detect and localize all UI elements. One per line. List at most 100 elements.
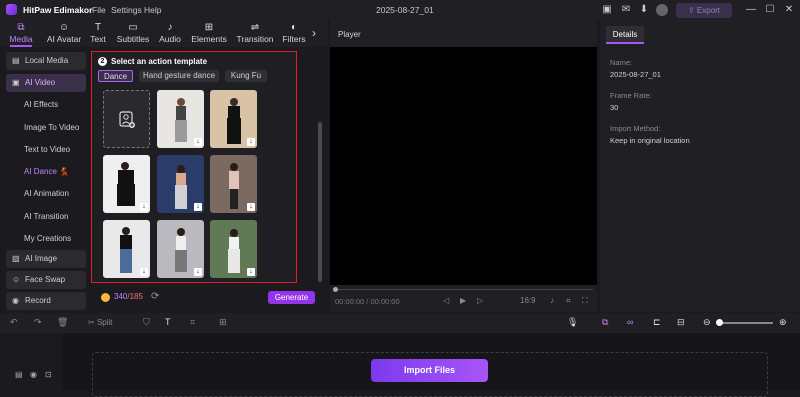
download-icon[interactable]: ↓ [140, 268, 148, 276]
menu-settings[interactable]: Settings [111, 5, 142, 15]
chevron-right-icon[interactable]: › [312, 26, 316, 40]
generate-button[interactable]: Generate [268, 291, 315, 304]
link-icon[interactable]: ⧉ [602, 317, 608, 328]
tab-text[interactable]: T Text [84, 22, 112, 44]
tab-details[interactable]: Details [606, 26, 644, 44]
subtitles-icon: ▭ [128, 22, 138, 33]
sub-ai-transition[interactable]: AI Transition [24, 212, 68, 221]
import-files-button[interactable]: Import Files [371, 359, 488, 382]
panel-scrollbar[interactable] [318, 122, 322, 282]
template-thumbnail[interactable]: ↓ [103, 155, 150, 213]
template-thumbnail[interactable]: ↓ [157, 90, 204, 148]
add-marker-icon[interactable]: ⊞ [219, 317, 227, 328]
menu-file[interactable]: File [92, 5, 106, 15]
template-thumbnail[interactable]: ↓ [210, 220, 257, 278]
volume-icon[interactable]: ♪ [550, 296, 554, 305]
feedback-icon[interactable]: ✉ [620, 4, 632, 16]
split-button[interactable]: ✂ Split [88, 318, 113, 327]
previous-frame-icon[interactable]: ◁ [443, 296, 449, 305]
menu-help[interactable]: Help [144, 5, 161, 15]
magnet-icon[interactable]: ∞ [627, 317, 633, 327]
sub-image-to-video[interactable]: Image To Video [24, 123, 79, 132]
sub-ai-effects[interactable]: AI Effects [24, 100, 58, 109]
folder-icon: ▤ [12, 56, 20, 65]
category-kung-fu[interactable]: Kung Fu [225, 70, 267, 82]
credits-total: 185 [129, 292, 143, 301]
category-hand-gesture-dance[interactable]: Hand gesture dance [139, 70, 219, 82]
detail-label-name: Name: [610, 58, 633, 67]
panel-title: Select an action template [111, 57, 208, 66]
fullscreen-icon[interactable]: ⛶ [582, 296, 588, 306]
tab-transition[interactable]: ⇌ Transition [232, 22, 278, 44]
sub-my-creations[interactable]: My Creations [24, 234, 71, 243]
tab-subtitles[interactable]: ▭ Subtitles [113, 22, 153, 44]
zoom-handle[interactable] [716, 319, 723, 326]
crop-icon[interactable]: ⌗ [190, 317, 195, 328]
layout-icon[interactable]: ▣ [601, 4, 613, 16]
download-icon[interactable]: ↓ [247, 268, 255, 276]
nav-ai-video[interactable]: ▣ AI Video [6, 74, 86, 92]
download-icon[interactable]: ↓ [194, 268, 202, 276]
text-tool-icon[interactable]: T [165, 317, 171, 327]
tab-filters[interactable]: ◐ Filters [279, 22, 309, 44]
refresh-icon[interactable]: ⟳ [151, 291, 159, 302]
snapshot-icon[interactable]: ⌗ [566, 296, 571, 306]
tab-label: AI Avatar [46, 34, 82, 44]
elements-icon: ⊞ [204, 22, 214, 33]
tab-elements[interactable]: ⊞ Elements [189, 22, 229, 44]
shield-icon[interactable]: ⛉ [143, 317, 150, 328]
nav-local-media[interactable]: ▤ Local Media [6, 52, 86, 70]
next-frame-icon[interactable]: ▷ [477, 296, 483, 305]
avatar[interactable] [656, 4, 668, 16]
template-thumbnail[interactable]: ↓ [103, 220, 150, 278]
track-headers [0, 333, 62, 391]
seek-bar[interactable] [335, 289, 593, 290]
download-icon[interactable]: ↓ [194, 203, 202, 211]
tab-audio[interactable]: ♪ Audio [152, 22, 188, 44]
eye-icon[interactable]: ◉ [30, 370, 37, 379]
track-icon[interactable]: ⊟ [677, 317, 685, 328]
tab-media[interactable]: ⧉ Media [1, 22, 41, 44]
close-icon[interactable]: ✕ [783, 4, 795, 16]
zoom-out-icon[interactable]: ⊖ [703, 317, 711, 328]
export-button[interactable]: ⇪ Export [676, 3, 732, 18]
zoom-slider[interactable] [720, 322, 773, 324]
upload-photo-tile[interactable] [103, 90, 150, 148]
zoom-in-icon[interactable]: ⊕ [779, 317, 787, 328]
sub-ai-dance[interactable]: AI Dance 💃 [24, 167, 69, 176]
track-settings-icon[interactable]: ▤ [15, 370, 23, 379]
template-thumbnail[interactable]: ↓ [157, 220, 204, 278]
template-thumbnail[interactable]: ↓ [157, 155, 204, 213]
undo-icon[interactable]: ↶ [10, 317, 18, 328]
sub-text-to-video[interactable]: Text to Video [24, 145, 70, 154]
download-icon[interactable]: ↓ [140, 203, 148, 211]
filters-icon: ◐ [290, 22, 298, 33]
scissors-icon: ✂ [88, 318, 97, 327]
redo-icon[interactable]: ↷ [34, 317, 42, 328]
nav-label: Local Media [25, 56, 69, 65]
category-dance[interactable]: Dance [98, 70, 133, 82]
download-icon[interactable]: ⬇ [638, 4, 650, 16]
music-icon: ♪ [167, 22, 173, 33]
maximize-icon[interactable]: ☐ [764, 4, 776, 16]
template-thumbnail[interactable]: ↓ [210, 90, 257, 148]
fit-icon[interactable]: ⊏ [653, 317, 661, 328]
seek-handle[interactable] [333, 287, 338, 292]
sub-ai-animation[interactable]: AI Animation [24, 189, 69, 198]
download-icon[interactable]: ↓ [194, 138, 202, 146]
nav-record[interactable]: ◉ Record [6, 292, 86, 310]
template-thumbnail[interactable]: ↓ [210, 155, 257, 213]
tab-ai-avatar[interactable]: ☺ AI Avatar [42, 22, 86, 44]
lock-icon[interactable]: ⊡ [45, 370, 52, 379]
player-label: Player [338, 30, 361, 39]
nav-face-swap[interactable]: ☺ Face Swap [6, 271, 86, 289]
aspect-ratio-select[interactable]: 16:9 [520, 296, 536, 305]
detail-value-name: 2025-08-27_01 [610, 70, 661, 79]
nav-ai-image[interactable]: ▧ AI Image [6, 250, 86, 268]
microphone-icon[interactable]: 🎙 [567, 317, 578, 328]
play-icon[interactable]: ▶ [460, 296, 466, 305]
download-icon[interactable]: ↓ [247, 203, 255, 211]
minimize-icon[interactable]: — [745, 4, 757, 16]
delete-icon[interactable]: 🗑 [57, 317, 68, 328]
download-icon[interactable]: ↓ [247, 138, 255, 146]
